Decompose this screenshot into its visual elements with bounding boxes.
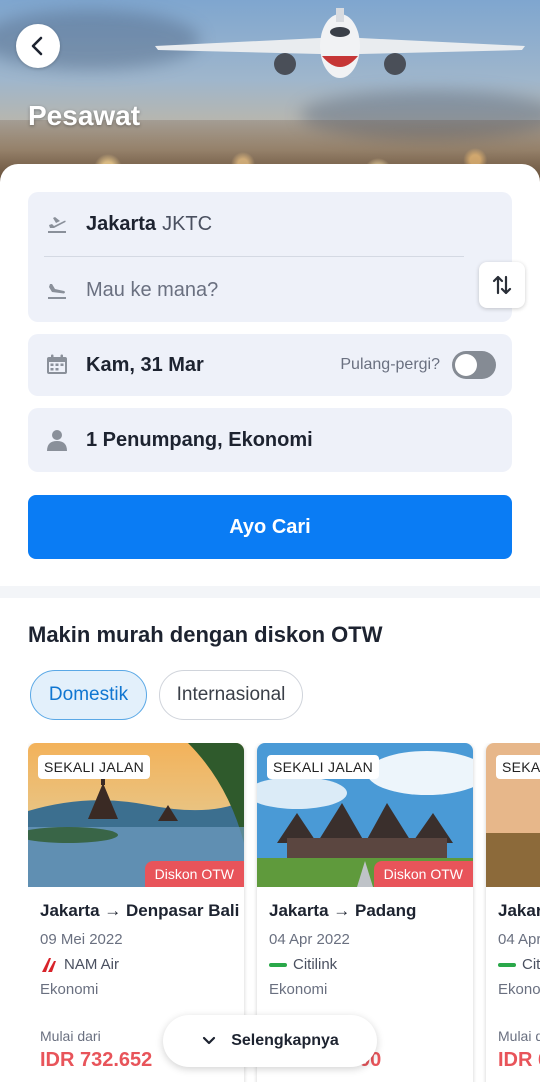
padang-house-image: SEKALI JALAN Diskon OTW bbox=[257, 743, 473, 887]
see-more-button[interactable]: Selengkapnya bbox=[163, 1015, 377, 1067]
chevron-down-icon bbox=[203, 1036, 216, 1045]
trip-type-badge: SEKAL bbox=[496, 755, 540, 779]
citilink-logo-icon bbox=[498, 962, 516, 967]
card-price-prefix: Mulai dari bbox=[40, 1028, 101, 1044]
route-selector: Jakarta JKTC Mau ke mana? bbox=[28, 192, 525, 322]
card-cabin-class: Ekonor bbox=[498, 981, 540, 998]
swap-route-button[interactable] bbox=[479, 262, 525, 308]
origin-code: JKTC bbox=[162, 212, 213, 235]
back-button[interactable] bbox=[16, 24, 60, 68]
citilink-logo-icon bbox=[269, 962, 287, 967]
chevron-left-icon bbox=[31, 36, 43, 56]
card-price-prefix: Mulai d bbox=[498, 1028, 540, 1044]
passenger-class-field[interactable]: 1 Penumpang, Ekonomi bbox=[28, 408, 512, 472]
destination-image: SEKAL bbox=[486, 743, 540, 887]
swap-arrows-icon bbox=[492, 275, 512, 295]
card-route: Jakar bbox=[498, 901, 540, 920]
promo-title: Makin murah dengan diskon OTW bbox=[28, 622, 383, 647]
nam-air-logo-icon bbox=[42, 957, 56, 972]
departure-date: Kam, 31 Mar bbox=[86, 353, 204, 376]
card-route: Jakarta → Denpasar Bali bbox=[40, 901, 240, 920]
page-title: Pesawat bbox=[28, 100, 141, 131]
toggle-knob bbox=[455, 354, 477, 376]
card-airline: Citilink bbox=[293, 956, 338, 973]
calendar-icon bbox=[47, 354, 67, 374]
passenger-summary: 1 Penumpang, Ekonomi bbox=[86, 428, 313, 451]
card-price: IDR 6 bbox=[498, 1049, 540, 1071]
origin-city: Jakarta bbox=[86, 212, 157, 235]
discount-badge: Diskon OTW bbox=[144, 861, 244, 887]
card-price: IDR 732.652 bbox=[40, 1049, 153, 1071]
departure-date-field[interactable]: Kam, 31 Mar Pulang-pergi? bbox=[28, 334, 512, 396]
trip-type-badge: SEKALI JALAN bbox=[38, 755, 151, 779]
origin-field[interactable]: Jakarta JKTC bbox=[28, 192, 458, 256]
airplane-image bbox=[155, 8, 525, 78]
bali-temple-image: SEKALI JALAN Diskon OTW bbox=[28, 743, 244, 887]
tab-domestik[interactable]: Domestik bbox=[30, 670, 147, 720]
promo-section: Makin murah dengan diskon OTW Domestik I… bbox=[0, 598, 540, 1082]
takeoff-icon bbox=[48, 217, 66, 233]
destination-placeholder: Mau ke mana? bbox=[86, 278, 219, 301]
card-cabin-class: Ekonomi bbox=[269, 981, 328, 998]
roundtrip-label: Pulang-pergi? bbox=[340, 356, 440, 373]
search-button[interactable]: Ayo Cari bbox=[28, 495, 512, 559]
card-route: Jakarta → Padang bbox=[269, 901, 417, 920]
card-cabin-class: Ekonomi bbox=[40, 981, 99, 998]
person-icon bbox=[47, 430, 67, 451]
landing-icon bbox=[48, 284, 66, 299]
card-date: 09 Mei 2022 bbox=[40, 931, 123, 948]
destination-field[interactable]: Mau ke mana? bbox=[28, 258, 458, 322]
divider bbox=[44, 256, 464, 257]
roundtrip-toggle[interactable] bbox=[452, 351, 496, 379]
flight-search-form: Jakarta JKTC Mau ke mana? Kam, 31 Mar Pu… bbox=[0, 164, 540, 586]
card-date: 04 Apr 2022 bbox=[269, 931, 350, 948]
card-airline: NAM Air bbox=[64, 956, 120, 973]
see-more-label: Selengkapnya bbox=[231, 1032, 339, 1049]
card-date: 04 Apr bbox=[498, 931, 540, 948]
tab-internasional[interactable]: Internasional bbox=[159, 670, 303, 720]
card-airline: Citi bbox=[522, 956, 540, 973]
discount-badge: Diskon OTW bbox=[373, 861, 473, 887]
promo-card[interactable]: SEKAL Jakar 04 Apr Citi Ekonor Mulai d I… bbox=[486, 743, 540, 1082]
trip-type-badge: SEKALI JALAN bbox=[267, 755, 380, 779]
